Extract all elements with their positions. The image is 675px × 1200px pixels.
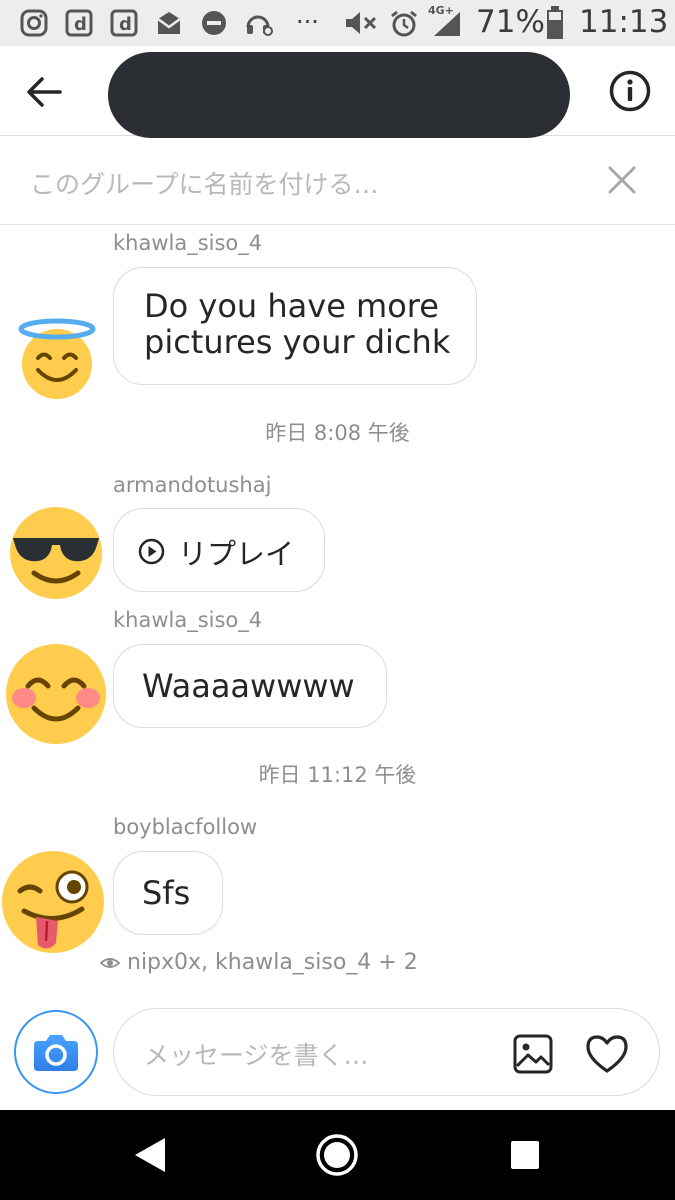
home-circle-icon[interactable] bbox=[315, 1133, 359, 1177]
do-not-disturb-icon bbox=[202, 11, 226, 35]
redacted-thread-title bbox=[108, 52, 570, 138]
battery-icon bbox=[547, 6, 563, 39]
battery-percent: 71% bbox=[476, 4, 545, 40]
replay-bubble[interactable]: リプレイ bbox=[113, 508, 325, 592]
alarm-icon bbox=[391, 10, 417, 37]
smiling-face-with-blush-emoji bbox=[6, 644, 106, 744]
message-bubble[interactable]: Do you have more pictures your dichk bbox=[113, 267, 477, 385]
message-bubble[interactable]: Waaaawwww bbox=[113, 644, 387, 728]
message-input[interactable]: メッセージを書く… bbox=[144, 1036, 369, 1072]
message-sender: boyblacfollow bbox=[113, 815, 258, 839]
svg-text:d: d bbox=[74, 14, 87, 35]
message-sender: khawla_siso_4 bbox=[113, 608, 263, 632]
group-name-input[interactable]: このグループに名前を付ける… bbox=[30, 165, 379, 201]
status-bar: d d ··· 4G+ 71% 11:13 bbox=[0, 0, 675, 46]
headphone-settings-icon bbox=[246, 15, 273, 36]
message-bubble[interactable]: Sfs bbox=[113, 851, 223, 935]
mute-icon bbox=[346, 12, 377, 34]
signal-icon bbox=[434, 12, 460, 36]
message-sender: khawla_siso_4 bbox=[113, 231, 263, 255]
mail-icon bbox=[157, 12, 181, 34]
d-app-icon: d bbox=[110, 9, 138, 37]
eye-icon bbox=[99, 958, 121, 968]
message-text: Sfs bbox=[142, 874, 191, 912]
android-nav-bar bbox=[0, 1110, 675, 1200]
timestamp: 昨日 11:12 午後 bbox=[258, 763, 417, 787]
winking-face-with-tongue-emoji bbox=[2, 851, 104, 953]
d-app-icon: d bbox=[65, 9, 93, 37]
replay-label: リプレイ bbox=[178, 537, 295, 571]
message-line: Do you have more bbox=[144, 287, 439, 325]
play-circle-icon bbox=[138, 538, 165, 565]
smiling-face-with-sunglasses-emoji bbox=[10, 507, 102, 599]
svg-text:d: d bbox=[119, 14, 132, 35]
instagram-icon bbox=[20, 9, 48, 37]
thread-header bbox=[0, 46, 675, 138]
camera-button[interactable] bbox=[14, 1010, 98, 1094]
message-composer: メッセージを書く… bbox=[113, 1008, 660, 1096]
camera-icon bbox=[34, 1035, 78, 1071]
back-triangle-icon[interactable] bbox=[133, 1136, 167, 1174]
seen-by-text: nipx0x, khawla_siso_4 + 2 bbox=[127, 950, 418, 975]
overflow-dots: ··· bbox=[296, 8, 319, 36]
smiling-face-with-halo-emoji bbox=[18, 318, 96, 399]
recents-square-icon[interactable] bbox=[510, 1140, 540, 1170]
image-icon[interactable] bbox=[512, 1033, 554, 1075]
seen-by: nipx0x, khawla_siso_4 + 2 bbox=[99, 950, 418, 975]
timestamp: 昨日 8:08 午後 bbox=[265, 421, 410, 445]
heart-icon[interactable] bbox=[584, 1033, 630, 1075]
message-text: Waaaawwww bbox=[142, 667, 355, 705]
group-name-row: このグループに名前を付ける… bbox=[0, 137, 675, 225]
status-time: 11:13 bbox=[579, 4, 669, 40]
arrow-left-icon[interactable] bbox=[22, 74, 68, 110]
message-line: pictures your dichk bbox=[144, 323, 451, 361]
close-icon[interactable] bbox=[606, 164, 638, 196]
message-sender: armandotushaj bbox=[113, 473, 272, 497]
info-icon[interactable] bbox=[608, 69, 652, 113]
